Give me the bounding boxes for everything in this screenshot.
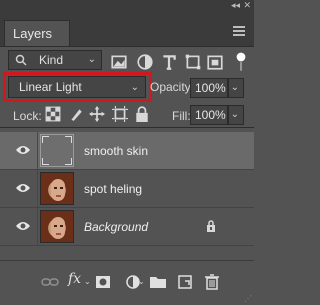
resize-grip-icon[interactable]: ⋰ — [244, 294, 252, 303]
filter-toggle-dot[interactable] — [232, 52, 250, 72]
new-group-icon[interactable] — [149, 273, 167, 291]
new-layer-icon[interactable] — [176, 273, 194, 291]
divider — [37, 170, 38, 207]
chevron-down-icon: ⌄ — [230, 109, 239, 120]
panel-top-strip: ◂◂ ✕ — [0, 0, 254, 10]
add-mask-icon[interactable] — [94, 273, 112, 291]
search-icon — [15, 54, 27, 66]
chevron-down-icon: ⌄ — [84, 277, 91, 286]
filter-kind-label: Kind — [39, 53, 64, 67]
link-layers-icon[interactable] — [41, 273, 59, 291]
divider — [37, 208, 38, 245]
eye-icon[interactable] — [15, 144, 31, 156]
image-filter-icon[interactable] — [110, 52, 128, 72]
fill-dropdown-button[interactable]: ⌄ — [228, 105, 244, 125]
delete-layer-icon[interactable] — [203, 273, 221, 291]
shape-filter-icon[interactable] — [184, 52, 202, 72]
lock-image-pixels-icon[interactable] — [68, 106, 84, 122]
panel-menu-icon[interactable] — [233, 26, 245, 36]
layer-thumbnail[interactable] — [40, 210, 74, 243]
close-panel-icon[interactable]: ✕ — [243, 0, 251, 10]
eye-icon[interactable] — [15, 182, 31, 194]
lock-transparent-pixels-icon[interactable] — [45, 106, 61, 122]
divider — [37, 132, 38, 169]
annotation-highlight-box — [3, 72, 152, 102]
smart-object-filter-icon[interactable] — [206, 52, 224, 72]
opacity-input[interactable]: 100% — [190, 78, 228, 98]
layer-name[interactable]: spot heling — [84, 182, 142, 196]
layer-name[interactable]: smooth skin — [84, 144, 148, 158]
opacity-label: Opacity: — [150, 80, 195, 94]
layer-row-smooth-skin[interactable]: smooth skin — [0, 132, 254, 170]
opacity-value: 100% — [195, 81, 226, 95]
lock-icon[interactable] — [206, 220, 216, 232]
eye-icon[interactable] — [15, 220, 31, 232]
layers-bottom-toolbar: fx ⌄ ⌄ ⋰ — [0, 260, 254, 305]
lock-artboard-icon[interactable] — [112, 106, 128, 122]
layer-thumbnail[interactable] — [40, 172, 74, 205]
adjustment-filter-icon[interactable] — [136, 52, 154, 72]
panel-tab-bar: Layers — [0, 10, 254, 47]
chevron-down-icon: ⌄ — [230, 82, 239, 93]
layer-thumbnail[interactable] — [40, 134, 74, 167]
fill-label: Fill: — [172, 109, 191, 123]
layer-row-spot-heling[interactable]: spot heling — [0, 170, 254, 208]
lock-position-icon[interactable] — [89, 106, 105, 122]
chevron-down-icon: ⌄ — [138, 277, 145, 286]
opacity-dropdown-button[interactable]: ⌄ — [228, 78, 244, 98]
fx-icon[interactable]: fx — [68, 271, 81, 287]
tab-layers[interactable]: Layers — [4, 20, 70, 46]
layer-filter-dropdown[interactable]: Kind ⌄ — [8, 50, 102, 70]
divider — [0, 127, 254, 128]
lock-label: Lock: — [13, 109, 42, 123]
chevron-down-icon: ⌄ — [87, 54, 96, 65]
fill-input[interactable]: 100% — [190, 105, 228, 125]
type-filter-icon[interactable] — [160, 52, 178, 72]
layer-row-background[interactable]: Background — [0, 208, 254, 246]
collapse-panel-icon[interactable]: ◂◂ — [231, 0, 240, 10]
layer-name[interactable]: Background — [84, 220, 148, 234]
fill-value: 100% — [195, 108, 226, 122]
lock-all-icon[interactable] — [134, 106, 150, 122]
layers-panel: ◂◂ ✕ Layers Kind ⌄ Linear Light ⌄ Opacit… — [0, 0, 254, 305]
